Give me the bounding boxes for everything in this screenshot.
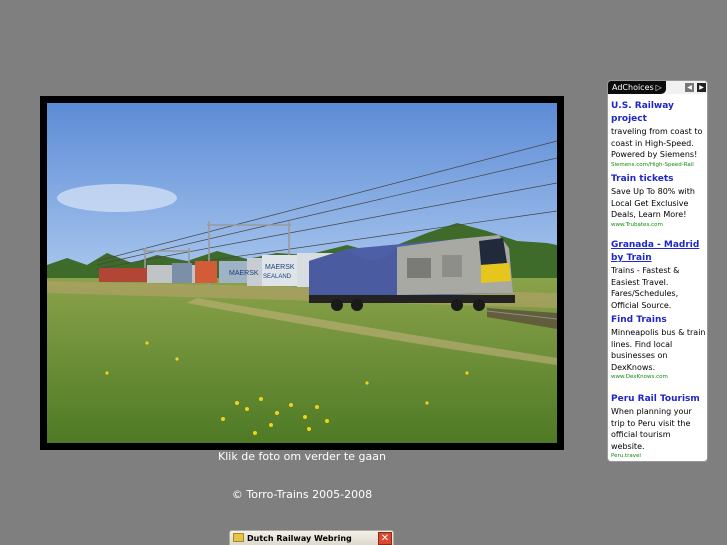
ad-title[interactable]: Peru Rail Tourism (611, 393, 706, 406)
train-photo: MAERSK MAERSK SEALAND (47, 103, 557, 443)
ad-body: Trains - Fastest & Easiest Travel. Fares… (611, 266, 680, 310)
photo-caption-link[interactable]: Klik de foto om verder te gaan (40, 450, 564, 463)
ad-body: Minneapolis bus & train lines. Find loca… (611, 328, 706, 372)
adchoices-icon: ▷ (655, 83, 662, 92)
ad-panel: AdChoices ▷ ◀ ▶ U.S. Railway project trav… (607, 80, 708, 462)
maersk-logo-2: MAERSK (265, 264, 295, 271)
ad-title[interactable]: Train tickets (611, 173, 706, 186)
ad-url[interactable]: www.DexKnows.com (611, 373, 706, 382)
sealand-logo: SEALAND (263, 274, 292, 280)
close-icon[interactable]: ✕ (378, 532, 392, 545)
copyright-text: © Torro-Trains 2005-2008 (231, 488, 373, 501)
train-photo-link[interactable]: MAERSK MAERSK SEALAND (40, 96, 564, 450)
ad-url[interactable]: Siemens.com/High-Speed-Rail (611, 161, 706, 170)
ad-body: When planning your trip to Peru visit th… (611, 407, 692, 451)
ad-prev-icon[interactable]: ◀ (685, 83, 694, 92)
ad-item-train-tickets[interactable]: Train tickets Save Up To 80% with Local … (611, 173, 706, 230)
folder-icon (233, 533, 244, 542)
ad-item-find-trains[interactable]: Find Trains Minneapolis bus & train line… (611, 314, 706, 382)
ad-next-icon[interactable]: ▶ (697, 83, 706, 92)
ad-title[interactable]: Granada - Madrid by Train (611, 239, 706, 265)
ad-item-granada-madrid[interactable]: Granada - Madrid by Train Trains - Faste… (611, 239, 706, 311)
ad-url[interactable]: Peru.travel (611, 452, 706, 461)
ad-header: AdChoices ▷ ◀ ▶ (608, 81, 707, 94)
webring-bar[interactable]: Dutch Railway Webring ✕ (229, 530, 394, 545)
ad-title[interactable]: Find Trains (611, 314, 706, 327)
ad-body: Save Up To 80% with Local Get Exclusive … (611, 187, 695, 220)
maersk-logo-1: MAERSK (229, 270, 259, 277)
adchoices-label: AdChoices (612, 83, 654, 92)
ad-item-peru-rail[interactable]: Peru Rail Tourism When planning your tri… (611, 393, 706, 461)
adchoices-button[interactable]: AdChoices ▷ (608, 81, 666, 94)
ad-item-siemens[interactable]: U.S. Railway project traveling from coas… (611, 100, 706, 170)
ad-url[interactable]: www.Trubates.com (611, 221, 706, 230)
ad-body: traveling from coast to coast in High-Sp… (611, 127, 703, 160)
webring-title: Dutch Railway Webring (247, 534, 352, 543)
ad-title[interactable]: U.S. Railway project (611, 100, 706, 126)
